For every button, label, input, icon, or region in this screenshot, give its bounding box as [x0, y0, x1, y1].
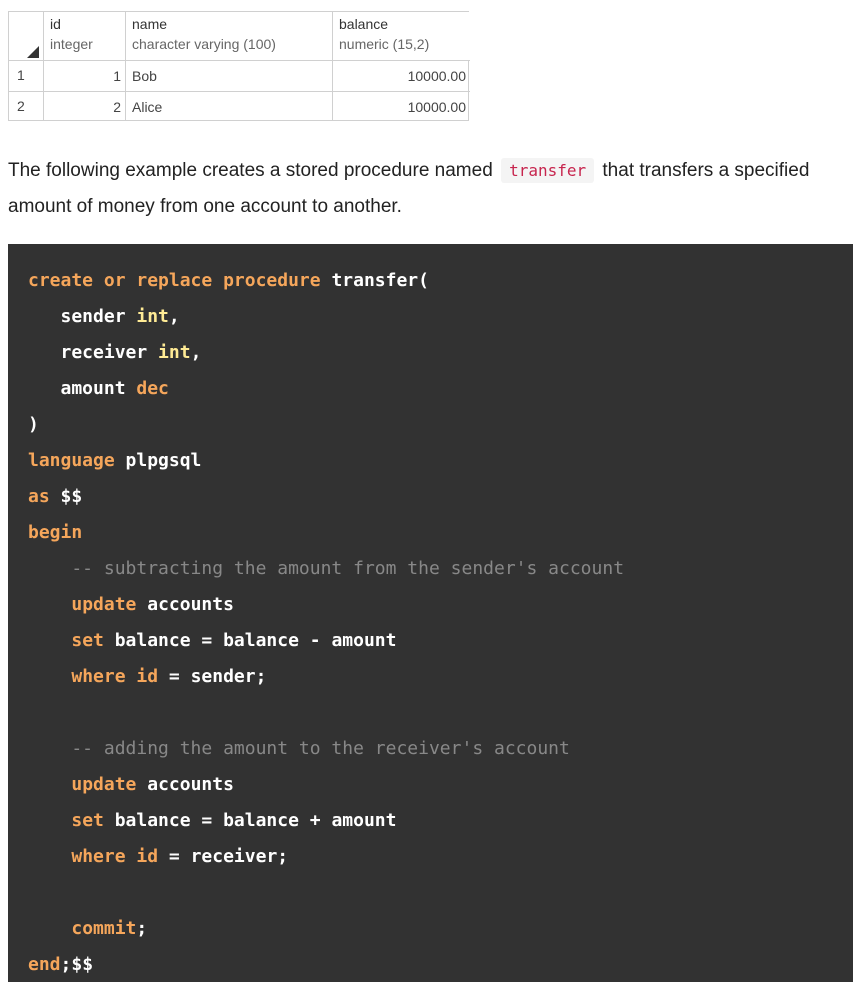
code-token: commit — [71, 918, 137, 939]
code-token: where — [71, 666, 126, 687]
code-token: update — [71, 774, 137, 795]
column-name: name — [132, 16, 168, 32]
table-cell-name[interactable]: Bob — [126, 61, 333, 92]
table-cell-id[interactable]: 1 — [44, 61, 126, 92]
code-line: end;$$ — [28, 947, 93, 983]
column-header-balance[interactable]: balance numeric (15,2) — [333, 12, 470, 61]
code-token: int — [136, 306, 169, 327]
code-token: , — [168, 306, 180, 327]
code-line: set balance = balance - amount — [28, 623, 396, 659]
column-name: id — [50, 16, 61, 32]
code-line: set balance = balance + amount — [28, 803, 396, 839]
code-token: begin — [28, 522, 83, 543]
corner-cell[interactable] — [9, 12, 44, 61]
code-token: sender — [28, 306, 137, 327]
code-token: ;$$ — [60, 954, 94, 975]
code-token: end — [28, 954, 61, 975]
code-block[interactable]: create or replace procedure transfer( se… — [8, 244, 853, 982]
table-cell-id[interactable]: 2 — [44, 92, 126, 121]
code-token: id — [136, 666, 159, 687]
code-token: balance = balance + amount — [103, 810, 397, 831]
column-type: character varying (100) — [132, 36, 276, 52]
code-token: balance = balance - amount — [103, 630, 397, 651]
description-paragraph: The following example creates a stored p… — [8, 153, 848, 225]
code-token: plpgsql — [114, 450, 202, 471]
code-line: as $$ — [28, 479, 82, 515]
code-token: accounts — [136, 774, 234, 795]
column-name: balance — [339, 16, 389, 32]
code-token: accounts — [136, 594, 234, 615]
column-header-id[interactable]: id integer — [44, 12, 126, 61]
code-token: = sender; — [158, 666, 267, 687]
table-cell-balance[interactable]: 10000.00 — [333, 61, 470, 92]
result-grid: id integer name character varying (100) … — [8, 11, 470, 121]
code-token: language — [28, 450, 115, 471]
column-type: integer — [50, 36, 93, 52]
select-all-triangle-icon[interactable] — [27, 46, 39, 58]
code-line: where id = receiver; — [28, 839, 288, 875]
code-line: amount dec — [28, 371, 169, 407]
code-line: update accounts — [28, 587, 234, 623]
code-line: receiver int, — [28, 335, 202, 371]
code-token: set — [71, 630, 104, 651]
code-token: dec — [136, 378, 169, 399]
code-token: transfer( — [320, 270, 429, 291]
code-line: -- subtracting the amount from the sende… — [28, 551, 624, 587]
code-token: update — [71, 594, 137, 615]
inline-code-procedure-name: transfer — [501, 158, 595, 183]
code-token: int — [158, 342, 191, 363]
column-type: numeric (15,2) — [339, 36, 430, 52]
paragraph-text: The following example creates a stored p… — [8, 160, 493, 181]
code-token: as — [28, 486, 50, 507]
code-token: create or replace procedure — [28, 270, 321, 291]
code-token: ; — [136, 918, 148, 939]
code-line: begin — [28, 515, 82, 551]
code-token: -- adding the amount to the receiver's a… — [28, 738, 570, 759]
table-cell-balance[interactable]: 10000.00 — [333, 92, 470, 121]
code-token: $$ — [49, 486, 83, 507]
code-line: sender int, — [28, 299, 180, 335]
code-token: amount — [28, 378, 137, 399]
table-cell-name[interactable]: Alice — [126, 92, 333, 121]
code-line: language plpgsql — [28, 443, 201, 479]
code-token: ) — [28, 414, 39, 435]
code-token: -- subtracting the amount from the sende… — [28, 558, 625, 579]
code-token: = receiver; — [158, 846, 289, 867]
code-token: , — [190, 342, 202, 363]
code-line: create or replace procedure transfer( — [28, 263, 429, 299]
code-token: receiver — [28, 342, 159, 363]
code-token: set — [71, 810, 104, 831]
column-header-name[interactable]: name character varying (100) — [126, 12, 333, 61]
row-number[interactable]: 2 — [9, 92, 44, 121]
code-token: where — [71, 846, 126, 867]
code-line: where id = sender; — [28, 659, 266, 695]
code-line: commit; — [28, 911, 147, 947]
code-line: -- adding the amount to the receiver's a… — [28, 731, 570, 767]
code-line: ) — [28, 407, 39, 443]
code-token: id — [136, 846, 159, 867]
row-number[interactable]: 1 — [9, 61, 44, 92]
code-line: update accounts — [28, 767, 234, 803]
